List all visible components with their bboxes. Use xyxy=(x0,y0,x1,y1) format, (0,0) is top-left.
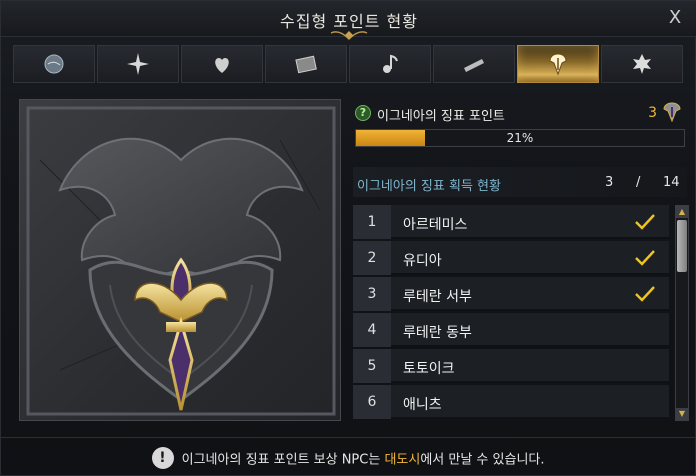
points-count: 3 xyxy=(648,105,657,121)
points-label: 이그네아의 징표 포인트 xyxy=(377,109,505,124)
telescope-icon xyxy=(464,59,484,72)
acquisition-status-header: 이그네아의 징표 획득 현황 3 / 14 xyxy=(353,167,687,197)
scroll-up-arrow-icon[interactable]: ▲ xyxy=(676,206,688,218)
title-bar: 수집형 포인트 현황 X xyxy=(1,1,696,41)
region-row[interactable]: 1 아르테미스 xyxy=(353,205,669,239)
tab-ignea-emblem[interactable] xyxy=(517,45,599,83)
region-number: 3 xyxy=(353,277,391,311)
region-row[interactable]: 2 유디아 xyxy=(353,241,669,275)
scroll-thumb[interactable] xyxy=(677,220,687,272)
footer-text-prefix: 이그네아의 징표 포인트 보상 NPC는 xyxy=(181,452,385,468)
collection-tabs xyxy=(13,45,685,83)
acquisition-status-label: 이그네아의 징표 획득 현황 xyxy=(357,179,501,194)
footer-divider xyxy=(1,437,696,438)
region-number: 4 xyxy=(353,313,391,347)
star-compass-icon xyxy=(127,53,149,75)
region-list: 1 아르테미스 2 유디아 3 루테란 서부 4 루테란 동부 5 토토이크 6 애니츠 xyxy=(353,205,669,421)
ignea-emblem-icon xyxy=(549,53,567,76)
total-count: 14 xyxy=(663,175,680,190)
acquired-count: 3 xyxy=(605,175,614,190)
scroll-down-arrow-icon[interactable]: ▼ xyxy=(676,408,688,420)
tab-island-globe[interactable] xyxy=(13,45,95,83)
region-number: 5 xyxy=(353,349,391,383)
tab-heart-seed[interactable] xyxy=(181,45,263,83)
region-name: 토토이크 xyxy=(403,361,455,377)
region-name: 루테란 동부 xyxy=(403,325,472,341)
heart-seed-icon xyxy=(215,58,229,73)
question-icon[interactable]: ? xyxy=(355,105,371,121)
progress-percent: 21% xyxy=(506,131,534,145)
leaf-icon xyxy=(633,54,651,74)
region-name: 아르테미스 xyxy=(403,217,468,233)
island-globe-icon xyxy=(44,54,64,74)
region-row[interactable]: 4 루테란 동부 xyxy=(353,313,669,347)
region-number: 2 xyxy=(353,241,391,275)
region-row[interactable]: 5 토토이크 xyxy=(353,349,669,383)
tab-painting-frame[interactable] xyxy=(265,45,347,83)
checkmark-icon xyxy=(635,214,655,230)
region-name: 유디아 xyxy=(403,253,442,269)
music-note-icon xyxy=(383,54,398,73)
footer-notice: ! 이그네아의 징표 포인트 보상 NPC는 대도시에서 만날 수 있습니다. xyxy=(1,447,695,471)
count-separator: / xyxy=(636,175,641,190)
region-row[interactable]: 6 애니츠 xyxy=(353,385,669,419)
ignea-emblem-artwork xyxy=(19,99,341,421)
info-icon: ! xyxy=(151,447,174,469)
tab-music-note[interactable] xyxy=(349,45,431,83)
region-number: 6 xyxy=(353,385,391,419)
ignea-emblem-small-icon xyxy=(663,102,681,123)
region-number: 1 xyxy=(353,205,391,239)
list-scrollbar[interactable]: ▲ ▼ xyxy=(675,205,689,421)
region-row[interactable]: 3 루테란 서부 xyxy=(353,277,669,311)
painting-frame-icon xyxy=(295,55,317,74)
tab-star-compass[interactable] xyxy=(97,45,179,83)
tab-telescope[interactable] xyxy=(433,45,515,83)
region-name: 애니츠 xyxy=(403,397,442,413)
points-progress-bar: 21% xyxy=(355,129,685,147)
title-ornament-icon xyxy=(330,31,368,41)
ignea-crest-icon xyxy=(26,106,336,416)
collection-points-window: 수집형 포인트 현황 X ? 이그네아의 징표 포인트 3 21% 이그네아의 … xyxy=(0,0,696,476)
checkmark-icon xyxy=(635,286,655,302)
checkmark-icon xyxy=(635,250,655,266)
footer-text-suffix: 에서 만날 수 있습니다. xyxy=(420,452,545,468)
close-button[interactable]: X xyxy=(665,7,685,29)
region-name: 루테란 서부 xyxy=(403,289,472,305)
footer-highlight: 대도시 xyxy=(384,452,421,468)
points-summary: ? 이그네아의 징표 포인트 3 xyxy=(353,102,687,127)
tab-leaf[interactable] xyxy=(601,45,683,83)
